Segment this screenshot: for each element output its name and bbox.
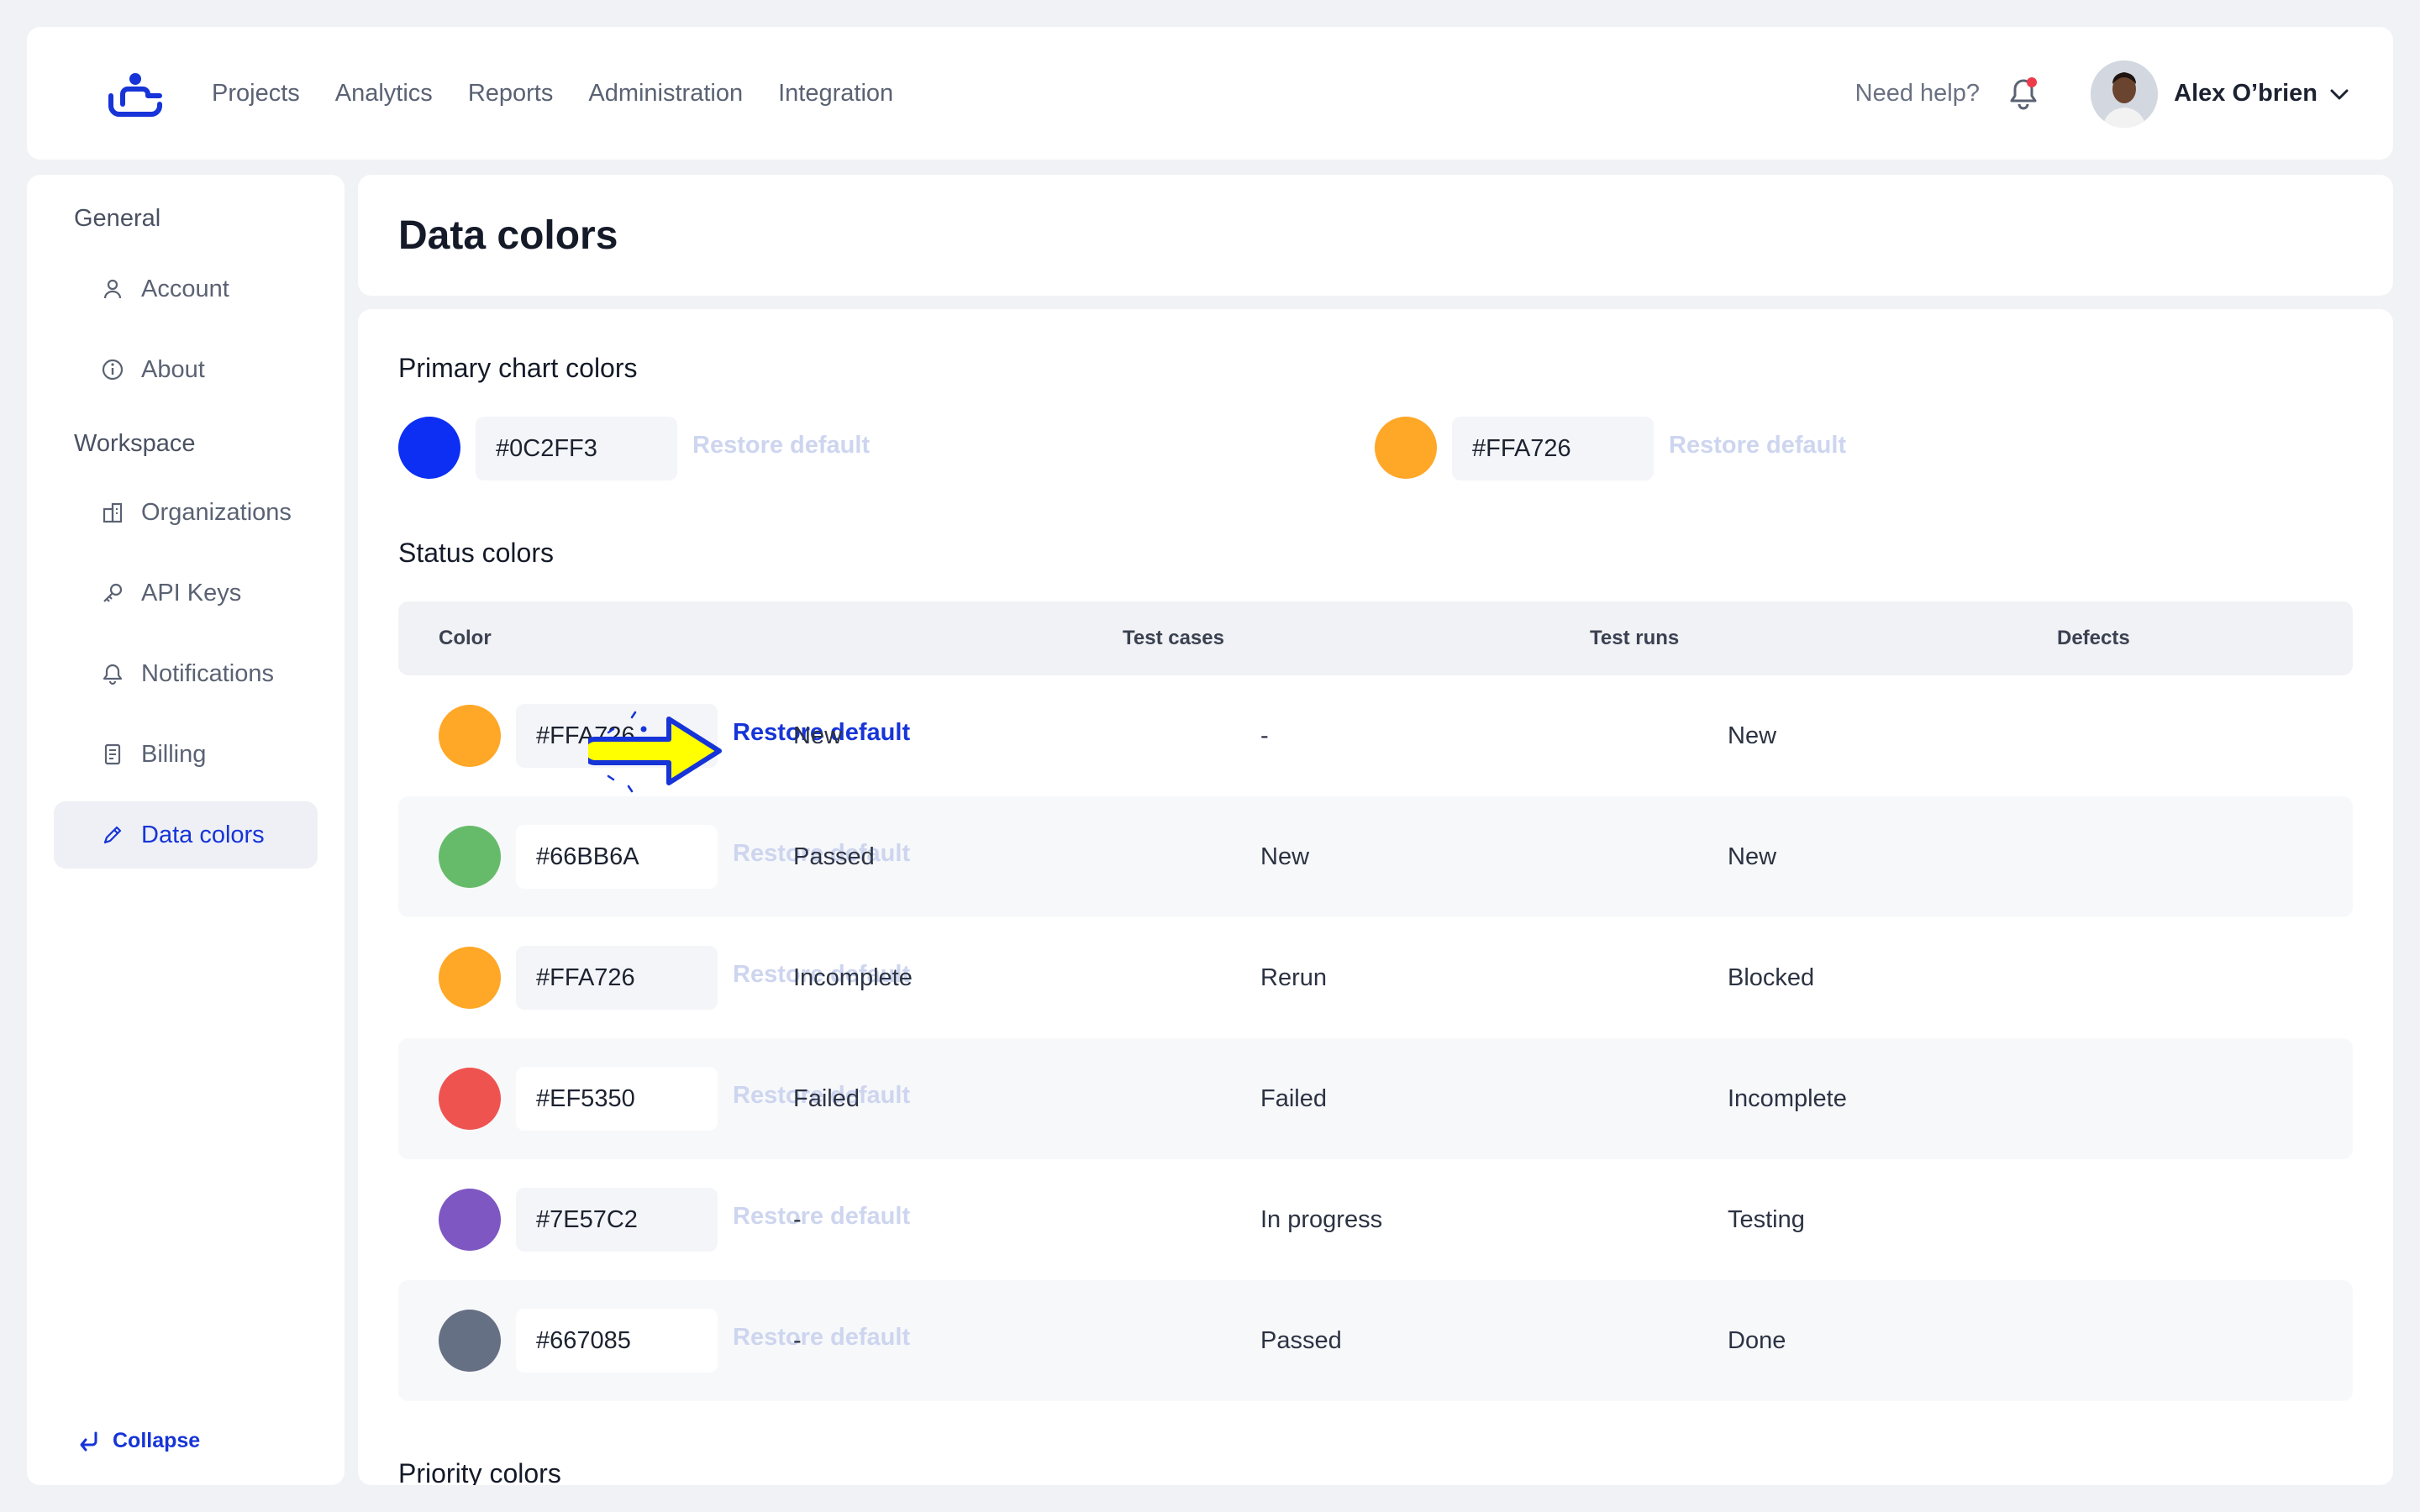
- cell-defects: Blocked: [1728, 963, 1815, 991]
- table-body: #FFA726 Restore default New - New #66BB6A Rest…: [398, 675, 2353, 1401]
- status-color-hex-input[interactable]: #7E57C2: [516, 1188, 718, 1252]
- column-header-defects: Defects: [2057, 627, 2130, 649]
- sidebar-item-billing[interactable]: Billing: [54, 721, 318, 788]
- status-colors-table: Color Test cases Test runs Defects #FFA7…: [398, 601, 2353, 1401]
- nav-integration[interactable]: Integration: [778, 80, 893, 108]
- return-arrow-icon: [80, 1431, 97, 1451]
- sidebar-item-data-colors[interactable]: Data colors: [54, 801, 318, 869]
- status-color-hex-input[interactable]: #667085: [516, 1309, 718, 1373]
- cell-test-cases: -: [793, 1205, 802, 1233]
- page-title: Data colors: [398, 213, 618, 258]
- bell-icon: [103, 664, 123, 685]
- status-color-swatch[interactable]: [439, 947, 501, 1009]
- sidebar-item-label: Billing: [141, 740, 207, 768]
- status-color-hex-input[interactable]: #66BB6A: [516, 825, 718, 889]
- user-name[interactable]: Alex O’brien: [2174, 27, 2317, 160]
- sidebar-item-label: Notifications: [141, 659, 274, 687]
- chevron-down-icon[interactable]: [2328, 82, 2351, 106]
- status-color-swatch[interactable]: [439, 1189, 501, 1251]
- info-icon: [102, 359, 124, 381]
- table-row: #EF5350 Restore default Failed Failed Incomp…: [398, 1038, 2353, 1159]
- collapse-button[interactable]: Collapse: [77, 1429, 200, 1453]
- restore-default-button[interactable]: Restore default: [733, 1203, 910, 1231]
- column-header-test-runs: Test runs: [1590, 627, 1680, 649]
- key-icon: [103, 583, 123, 602]
- user-icon: [103, 279, 122, 299]
- app-logo-icon[interactable]: [108, 71, 163, 118]
- secondary-color-swatch[interactable]: [1375, 417, 1437, 479]
- status-color-hex-input[interactable]: #EF5350: [516, 1067, 718, 1131]
- building-icon: [103, 502, 123, 523]
- status-color-hex-input[interactable]: #FFA726: [516, 946, 718, 1010]
- secondary-color-hex-input[interactable]: #FFA726: [1452, 417, 1654, 480]
- cell-test-cases: Failed: [793, 1084, 860, 1112]
- sidebar-item-label: Organizations: [141, 498, 292, 526]
- cell-test-cases: Incomplete: [793, 963, 913, 991]
- primary-color-swatch[interactable]: [398, 417, 460, 479]
- sidebar-item-organizations[interactable]: Organizations: [54, 479, 318, 546]
- cell-test-cases: New: [793, 722, 843, 749]
- sidebar-section-workspace: Workspace: [74, 430, 196, 457]
- sidebar-item-account[interactable]: Account: [54, 255, 318, 323]
- cell-test-cases: Passed: [793, 843, 875, 870]
- nav-administration[interactable]: Administration: [588, 80, 743, 108]
- column-header-test-cases: Test cases: [1123, 627, 1224, 649]
- restore-default-button[interactable]: Restore default: [733, 1324, 910, 1352]
- cell-test-runs: In progress: [1260, 1205, 1383, 1233]
- cell-test-runs: -: [1260, 722, 1269, 749]
- cell-test-runs: Rerun: [1260, 963, 1327, 991]
- sidebar-item-api-keys[interactable]: API Keys: [54, 559, 318, 627]
- main-nav: Projects Analytics Reports Administratio…: [212, 27, 893, 160]
- sidebar-item-about[interactable]: About: [54, 336, 318, 403]
- cell-defects: New: [1728, 843, 1777, 870]
- cell-defects: Incomplete: [1728, 1084, 1847, 1112]
- primary-color-hex-input[interactable]: #0C2FF3: [476, 417, 677, 480]
- primary-colors-title: Primary chart colors: [398, 353, 638, 383]
- table-row: #66BB6A Restore default Passed New New: [398, 796, 2353, 917]
- highlight-arrow-icon: [588, 711, 722, 793]
- table-row: #7E57C2 Restore default - In progress Testin…: [398, 1159, 2353, 1280]
- need-help-link[interactable]: Need help?: [1855, 27, 1980, 160]
- cell-defects: Testing: [1728, 1205, 1805, 1233]
- cell-test-runs: Passed: [1260, 1326, 1342, 1354]
- notifications-button[interactable]: [2007, 76, 2040, 113]
- cell-test-runs: New: [1260, 843, 1310, 870]
- top-navigation-bar: Projects Analytics Reports Administratio…: [27, 27, 2393, 160]
- nav-analytics[interactable]: Analytics: [335, 80, 433, 108]
- status-color-swatch[interactable]: [439, 1310, 501, 1372]
- sidebar-item-label: Account: [141, 275, 229, 302]
- cell-test-runs: Failed: [1260, 1084, 1327, 1112]
- table-row: #FFA726 Restore default Incomplete Rerun Blo…: [398, 917, 2353, 1038]
- sidebar-item-label: About: [141, 355, 205, 383]
- status-color-swatch[interactable]: [439, 705, 501, 767]
- priority-colors-title: Priority colors: [398, 1458, 561, 1485]
- sidebar-section-general: General: [74, 205, 161, 232]
- data-colors-panel: Primary chart colors #0C2FF3 Restore def…: [358, 309, 2393, 1485]
- avatar[interactable]: [2091, 60, 2158, 128]
- notification-dot: [2027, 77, 2037, 87]
- cell-defects: New: [1728, 722, 1777, 749]
- column-header-color: Color: [439, 627, 492, 649]
- sidebar-item-notifications[interactable]: Notifications: [54, 640, 318, 707]
- nav-reports[interactable]: Reports: [468, 80, 554, 108]
- receipt-icon: [104, 743, 121, 765]
- table-row: #FFA726 Restore default New - New: [398, 675, 2353, 796]
- sidebar-item-label: Data colors: [141, 821, 265, 848]
- sidebar: General Account About Workspace Organiza…: [27, 175, 345, 1485]
- status-color-swatch[interactable]: [439, 1068, 501, 1130]
- table-header: Color Test cases Test runs Defects: [398, 601, 2353, 675]
- avatar-image: [2091, 60, 2158, 128]
- table-row: #667085 Restore default - Passed Done: [398, 1280, 2353, 1401]
- cell-defects: Done: [1728, 1326, 1786, 1354]
- collapse-label: Collapse: [113, 1429, 201, 1452]
- restore-default-button[interactable]: Restore default: [692, 432, 870, 459]
- status-color-swatch[interactable]: [439, 826, 501, 888]
- sidebar-item-label: API Keys: [141, 579, 242, 606]
- cell-test-cases: -: [793, 1326, 802, 1354]
- pen-icon: [103, 826, 122, 844]
- nav-projects[interactable]: Projects: [212, 80, 300, 108]
- status-colors-title: Status colors: [398, 538, 554, 568]
- restore-default-button[interactable]: Restore default: [1669, 432, 1846, 459]
- page-header: Data colors: [358, 175, 2393, 296]
